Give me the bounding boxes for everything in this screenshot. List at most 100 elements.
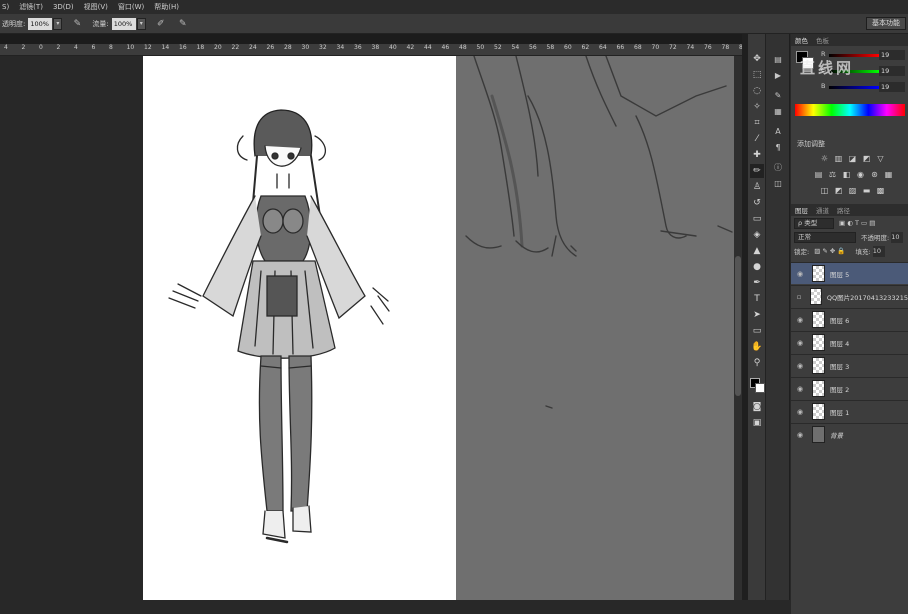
hue-saturation-icon[interactable]: ▤ xyxy=(813,170,824,180)
shape-tool-icon[interactable]: ▭ xyxy=(750,324,764,338)
tab-channels[interactable]: 通道 xyxy=(816,205,829,215)
tab-paths[interactable]: 路径 xyxy=(837,205,850,215)
threshold-icon[interactable]: ▨ xyxy=(847,186,858,196)
g-input[interactable]: 19 xyxy=(879,66,905,76)
blend-mode-select[interactable]: 正常 xyxy=(794,231,856,243)
history-panel-icon[interactable]: ▤ xyxy=(771,54,785,66)
visibility-eye-icon[interactable]: ◉ xyxy=(794,431,806,439)
exposure-icon[interactable]: ◩ xyxy=(861,154,872,164)
menu-item-help[interactable]: 帮助(H) xyxy=(154,2,179,12)
flow-input[interactable]: 100% xyxy=(111,17,136,30)
layer-row[interactable]: ◉ 图层 3 xyxy=(791,354,908,376)
menu-item-filter[interactable]: 滤镜(T) xyxy=(19,2,43,12)
zoom-tool-icon[interactable]: ⚲ xyxy=(750,356,764,370)
canvas-document[interactable] xyxy=(143,56,456,600)
layer-filter-select[interactable]: ρ 类型 xyxy=(794,217,834,229)
path-select-tool-icon[interactable]: ➤ xyxy=(750,308,764,322)
visibility-eye-icon[interactable]: ◉ xyxy=(794,385,806,393)
actions-panel-icon[interactable]: ▶ xyxy=(771,70,785,82)
layer-name: 图层 1 xyxy=(830,408,850,417)
reference-document[interactable] xyxy=(456,56,734,600)
layer-row[interactable]: ◉ 图层 4 xyxy=(791,331,908,353)
curves-icon[interactable]: ◪ xyxy=(847,154,858,164)
gradient-map-icon[interactable]: ▬ xyxy=(861,186,872,196)
invert-icon[interactable]: ◫ xyxy=(819,186,830,196)
brush-panel-icon[interactable]: ✎ xyxy=(771,90,785,102)
paragraph-panel-icon[interactable]: ¶ xyxy=(771,142,785,154)
opacity-input[interactable]: 100% xyxy=(28,17,53,30)
crop-tool-icon[interactable]: ⌗ xyxy=(750,116,764,130)
b-slider[interactable] xyxy=(829,86,879,89)
character-panel-icon[interactable]: A xyxy=(771,126,785,138)
lock-icons[interactable]: ▨ ✎ ✥ 🔒 xyxy=(814,247,845,255)
screen-mode-icon[interactable]: ▣ xyxy=(750,416,764,430)
layer-row[interactable]: ▫ QQ图片20170413233215 xyxy=(791,285,908,307)
visibility-eye-icon[interactable]: ◉ xyxy=(794,408,806,416)
visibility-eye-icon[interactable]: ◉ xyxy=(794,270,806,278)
posterize-icon[interactable]: ◩ xyxy=(833,186,844,196)
hand-tool-icon[interactable]: ✋ xyxy=(750,340,764,354)
menu-item-window[interactable]: 窗口(W) xyxy=(118,2,144,12)
menu-item[interactable]: S) xyxy=(2,3,9,11)
layer-row[interactable]: ◉ 图层 5 xyxy=(791,262,908,284)
visibility-eye-icon[interactable]: ◉ xyxy=(794,339,806,347)
tab-layers[interactable]: 图层 xyxy=(795,205,808,215)
pressure-opacity-icon[interactable]: ✎ xyxy=(70,18,84,30)
layer-row[interactable]: ◉ 图层 6 xyxy=(791,308,908,330)
visibility-eye-icon[interactable]: ◉ xyxy=(794,362,806,370)
tab-swatches[interactable]: 色板 xyxy=(816,35,829,45)
clone-stamp-tool-icon[interactable]: ♙ xyxy=(750,180,764,194)
tab-color[interactable]: 颜色 xyxy=(795,35,808,45)
healing-brush-tool-icon[interactable]: ✚ xyxy=(750,148,764,162)
layer-row[interactable]: ◉ 图层 2 xyxy=(791,377,908,399)
blur-tool-icon[interactable]: ▲ xyxy=(750,244,764,258)
opacity-dropdown-icon[interactable]: ▾ xyxy=(53,17,63,30)
color-lookup-icon[interactable]: ▦ xyxy=(883,170,894,180)
info-panel-icon[interactable]: ⓘ xyxy=(771,162,785,174)
layer-row[interactable]: ◉ 图层 1 xyxy=(791,400,908,422)
lasso-tool-icon[interactable]: ◌ xyxy=(750,84,764,98)
type-tool-icon[interactable]: T xyxy=(750,292,764,306)
color-balance-icon[interactable]: ⚖ xyxy=(827,170,838,180)
brush-tool-icon[interactable]: ✏ xyxy=(750,164,764,178)
quick-select-tool-icon[interactable]: ✧ xyxy=(750,100,764,114)
move-tool-icon[interactable]: ✥ xyxy=(750,52,764,66)
visibility-eye-icon[interactable]: ◉ xyxy=(794,316,806,324)
color-spectrum-bar[interactable] xyxy=(795,104,905,116)
brush-presets-panel-icon[interactable]: ▦ xyxy=(771,106,785,118)
marquee-tool-icon[interactable]: ⬚ xyxy=(750,68,764,82)
eraser-tool-icon[interactable]: ▭ xyxy=(750,212,764,226)
black-white-icon[interactable]: ◧ xyxy=(841,170,852,180)
layer-opacity-input[interactable]: 10 xyxy=(891,231,904,243)
layer-row[interactable]: ◉ 背景 xyxy=(791,423,908,445)
history-brush-tool-icon[interactable]: ↺ xyxy=(750,196,764,210)
scroll-thumb[interactable] xyxy=(735,256,741,396)
photo-filter-icon[interactable]: ◉ xyxy=(855,170,866,180)
channel-mixer-icon[interactable]: ⊛ xyxy=(869,170,880,180)
fill-input[interactable]: 10 xyxy=(872,245,885,257)
airbrush-icon[interactable]: ✐ xyxy=(154,18,168,30)
eyedropper-tool-icon[interactable]: ⁄ xyxy=(750,132,764,146)
menu-item-3d[interactable]: 3D(D) xyxy=(53,3,74,11)
vertical-scrollbar[interactable] xyxy=(734,56,742,600)
flow-dropdown-icon[interactable]: ▾ xyxy=(136,17,146,30)
pressure-size-icon[interactable]: ✎ xyxy=(176,18,190,30)
r-input[interactable]: 19 xyxy=(879,50,905,60)
vibrance-icon[interactable]: ▽ xyxy=(875,154,886,164)
background-color-swatch[interactable] xyxy=(755,383,765,393)
canvas-area[interactable] xyxy=(0,56,742,600)
pen-tool-icon[interactable]: ✒ xyxy=(750,276,764,290)
filter-icons[interactable]: ▣ ◐ T ▭ ▤ xyxy=(839,219,875,227)
quick-mask-icon[interactable]: ◙ xyxy=(750,400,764,414)
levels-icon[interactable]: ▥ xyxy=(833,154,844,164)
visibility-eye-icon[interactable]: ▫ xyxy=(794,293,804,301)
paint-bucket-tool-icon[interactable]: ◈ xyxy=(750,228,764,242)
b-input[interactable]: 19 xyxy=(879,82,905,92)
brightness-icon[interactable]: ☼ xyxy=(819,154,830,164)
dodge-tool-icon[interactable]: ● xyxy=(750,260,764,274)
selective-color-icon[interactable]: ▩ xyxy=(875,186,886,196)
horizontal-ruler[interactable]: 4 2 0 2 4 6 8 10 12 14 16 18 20 22 24 26 28 30 32 34 36 38 40 4… xyxy=(0,44,747,56)
menu-item-view[interactable]: 视图(V) xyxy=(84,2,108,12)
workspace-button[interactable]: 基本功能 xyxy=(866,17,906,30)
navigator-panel-icon[interactable]: ◫ xyxy=(771,178,785,190)
